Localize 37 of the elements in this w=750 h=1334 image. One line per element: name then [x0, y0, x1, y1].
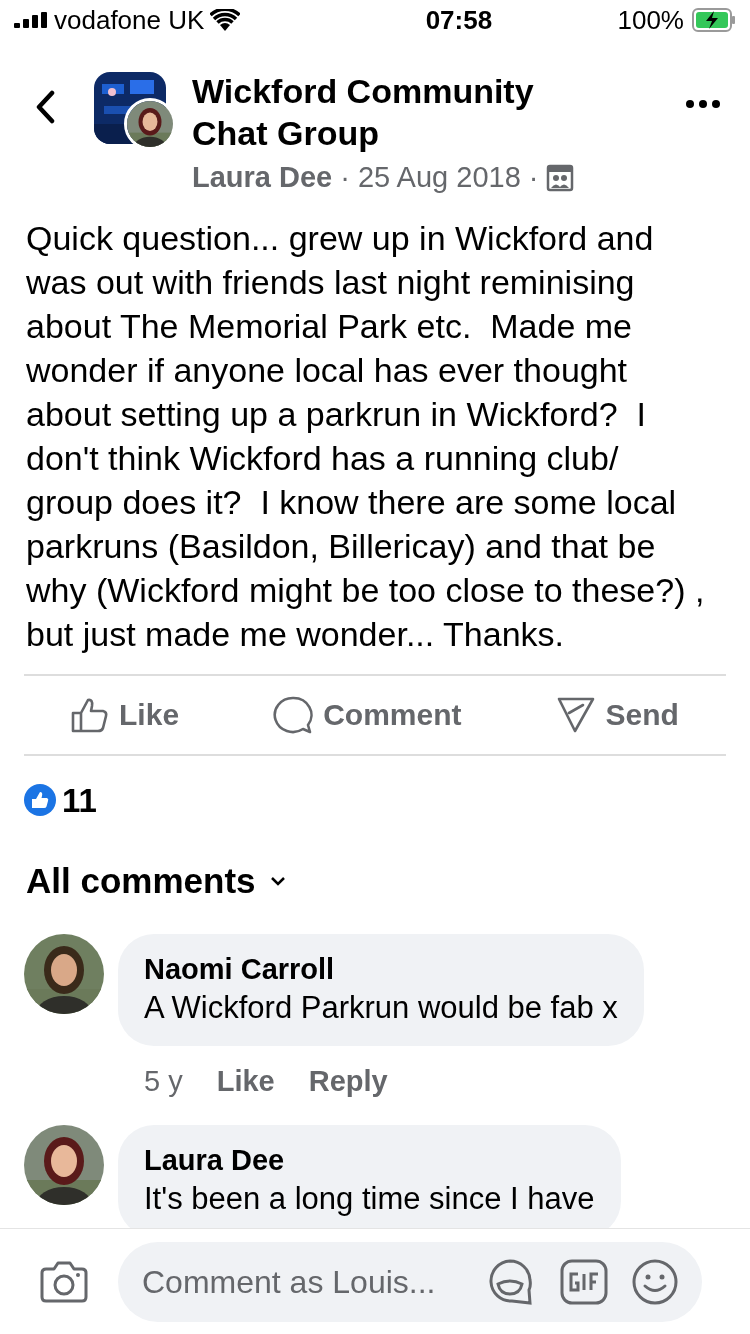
- emoji-icon[interactable]: [632, 1258, 678, 1305]
- separator-dot: ·: [340, 160, 350, 195]
- author-name[interactable]: Laura Dee: [192, 156, 333, 200]
- reaction-count[interactable]: 11: [62, 775, 97, 825]
- comment-input-field[interactable]: Comment as Louis...: [118, 1241, 702, 1322]
- post-date[interactable]: 25 Aug 2018: [357, 156, 521, 200]
- clock-time: 07:58: [425, 3, 493, 37]
- chevron-down-icon: [269, 876, 286, 887]
- back-icon[interactable]: [34, 90, 56, 124]
- battery-percent: 100%: [617, 3, 684, 37]
- send-icon: [555, 695, 596, 734]
- sticker-icon[interactable]: [486, 1257, 534, 1306]
- comment-reply-link[interactable]: Reply: [308, 1059, 388, 1103]
- group-icon: [546, 163, 575, 192]
- thumbs-up-icon: [71, 696, 110, 733]
- signal-icon: [14, 12, 48, 28]
- camera-icon[interactable]: [40, 1260, 88, 1303]
- comment-author[interactable]: Naomi Carroll: [144, 949, 618, 988]
- send-button[interactable]: Send: [555, 692, 679, 737]
- carrier-name: vodafone UK: [54, 3, 205, 37]
- comment-button[interactable]: Comment: [273, 692, 462, 737]
- comment-author[interactable]: Laura Dee: [144, 1141, 595, 1179]
- gif-icon[interactable]: [560, 1258, 608, 1305]
- like-button[interactable]: Like: [71, 692, 180, 737]
- comments-sort-button[interactable]: All comments: [0, 855, 312, 908]
- comment-time: 5 y: [144, 1063, 183, 1099]
- post-text: Quick question... grew up in Wickford and was out with friends last night reminising about The Memorial Park etc. Made me wonder if anyone local has ever thought about setting up a parkrun in Wickford? I don't think Wickford has a running club/ group does it? I know there are some local parkruns (Basildon, Billericay) and that be why (Wickford might be too close to these?) , but just made me wonder... Thanks.: [25, 217, 706, 655]
- comment-like-link[interactable]: Like: [216, 1059, 275, 1103]
- group-name[interactable]: Wickford Community Chat Group: [192, 70, 572, 154]
- wifi-icon: [210, 9, 241, 31]
- comment-text: It's been a long time since I have: [144, 1180, 595, 1218]
- separator-dot: ·: [528, 160, 539, 195]
- battery-icon: [692, 8, 736, 32]
- speech-bubble-icon: [273, 695, 314, 734]
- like-reaction-icon: [24, 784, 56, 817]
- comment-text: A Wickford Parkrun would be fab x: [144, 988, 618, 1027]
- more-icon[interactable]: [686, 100, 720, 108]
